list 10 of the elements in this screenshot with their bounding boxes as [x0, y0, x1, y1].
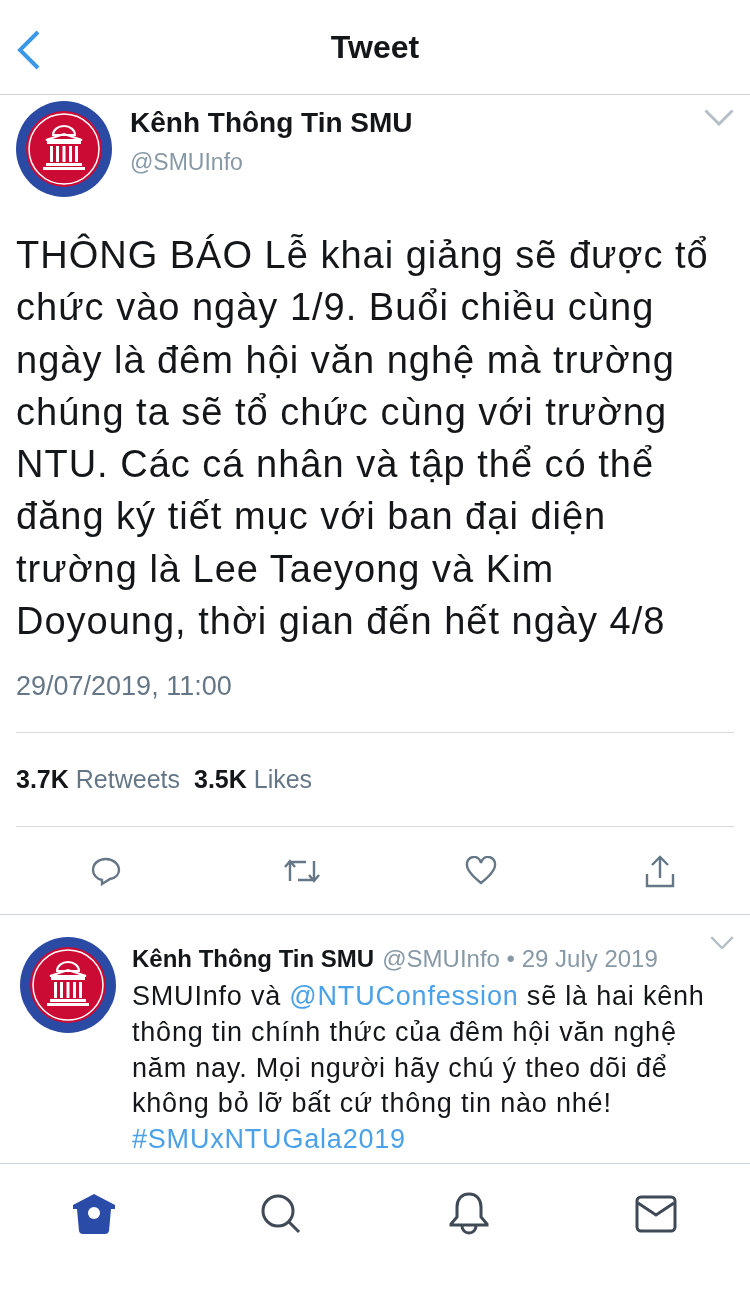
account-handle: @SMUInfo [130, 149, 244, 176]
stat-link[interactable]: 3.5K Likes [194, 765, 313, 795]
stat-link[interactable]: 3.7K Retweets [16, 765, 180, 795]
account-name: Kênh Thông Tin SMU [132, 945, 375, 974]
account-name: Kênh Thông Tin SMU [130, 107, 413, 139]
tweet-text: THÔNG BÁO Lễ khai giảng sẽ được tổ chức vào ngày 1/9. Buổi chiều cùng ngày là đêm hội văn nghệ mà trường chúng ta sẽ tổ chức cùng với trường NTU. Các cá nhân và tập thể có thể đăng ký tiết mục với ban đại diện trường là Lee Taeyong và Kim Doyoung, thời gian đến hết ngày 4/8 [15, 232, 710, 645]
tweet-text: SMUInfo và @NTUConfession sẽ là hai kênh thông tin chính thức của đêm hội văn nghệ năm nay. Mọi người hãy chú ý theo dõi để không bỏ lỡ bất cứ thông tin nào nhé! #SMUxNTUGala2019 [132, 980, 706, 1156]
tweet-meta: @SMUInfo • 29 July 2019 [382, 945, 658, 974]
tweet-timestamp: 29/07/2019, 11:00 [15, 670, 233, 704]
page-title: Tweet [330, 28, 420, 66]
